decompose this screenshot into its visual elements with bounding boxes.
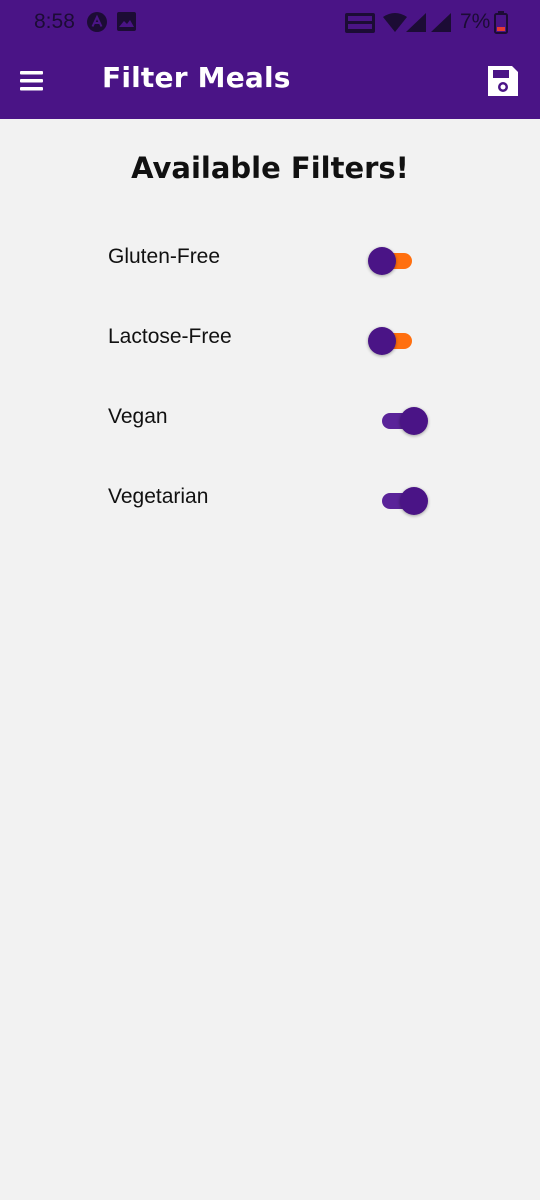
switch-thumb (368, 247, 396, 275)
battery-low-icon (494, 11, 508, 38)
status-bar: 8:58 7% (0, 0, 540, 44)
wifi-icon (383, 13, 407, 37)
battery-percent: 7% (460, 10, 491, 33)
switch-thumb (368, 327, 396, 355)
gluten-free-switch[interactable] (364, 237, 424, 281)
section-heading: Available Filters! (131, 151, 409, 185)
image-icon (117, 12, 136, 35)
save-icon (484, 66, 522, 104)
app-bar: Filter Meals (0, 44, 540, 119)
menu-button[interactable] (14, 64, 50, 98)
vegetarian-switch[interactable] (370, 477, 430, 521)
filter-row-vegan: Vegan (108, 389, 438, 449)
filter-label: Vegetarian (108, 485, 209, 508)
a-circle-icon (86, 11, 108, 37)
status-time: 8:58 (34, 10, 75, 33)
save-button[interactable] (484, 62, 522, 100)
menu-icon (14, 71, 50, 102)
vegan-switch[interactable] (370, 397, 430, 441)
filters-screen: Available Filters! Gluten-Free Lactose-F… (0, 119, 540, 1200)
signal-r-icon (431, 13, 453, 37)
filter-label: Vegan (108, 405, 168, 428)
lactose-free-switch[interactable] (364, 317, 424, 361)
filter-row-lactose-free: Lactose-Free (108, 309, 438, 369)
switch-thumb (400, 487, 428, 515)
page-title: Filter Meals (102, 61, 291, 94)
switch-thumb (400, 407, 428, 435)
filter-row-gluten-free: Gluten-Free (108, 229, 438, 289)
filter-label: Lactose-Free (108, 325, 232, 348)
filter-label: Gluten-Free (108, 245, 221, 268)
filter-row-vegetarian: Vegetarian (108, 469, 438, 529)
volte-wifi-icon (345, 13, 375, 37)
signal-icon (406, 13, 428, 37)
